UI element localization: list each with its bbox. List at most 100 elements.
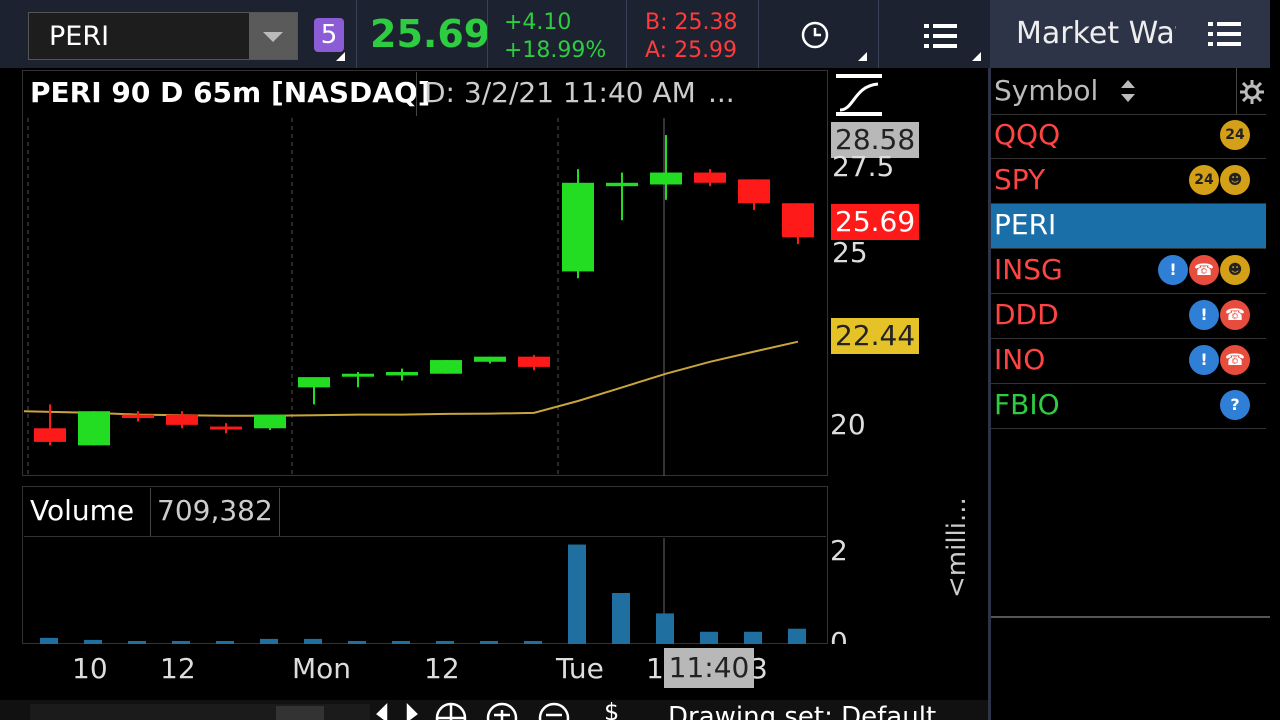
list-menu-icon[interactable]: [924, 22, 958, 50]
candle-body: [34, 428, 66, 442]
time-label: Tue: [556, 652, 604, 685]
24-hour-icon[interactable]: 24: [1220, 120, 1250, 150]
price-tick: 27.5: [832, 150, 895, 183]
candle-body: [474, 356, 506, 362]
candle-body: [650, 172, 682, 185]
volume-unit: <milli...: [942, 497, 972, 598]
candle-body: [298, 377, 330, 388]
divider: [758, 0, 759, 68]
chevron-down-icon[interactable]: [249, 13, 297, 59]
time-label: 12: [160, 652, 196, 685]
bid-price: B: 25.38: [645, 10, 738, 35]
candle-body: [430, 360, 462, 374]
lightbulb-icon[interactable]: !: [1189, 300, 1219, 330]
watchlist-row[interactable]: SPY 24 ☻: [990, 159, 1266, 204]
column-header[interactable]: Symbol: [990, 68, 1266, 115]
price-tick: 20: [830, 408, 866, 441]
volume-bar: [172, 641, 190, 644]
divider: [626, 0, 627, 68]
market-watch-header: Market Watch: [990, 0, 1270, 68]
volume-bar: [700, 631, 718, 644]
last-price-label: 25.69: [831, 204, 920, 240]
volume-bars: [40, 538, 806, 644]
volume-bar: [128, 641, 146, 644]
divider: [150, 488, 151, 536]
volume-bar: [348, 641, 366, 644]
volume-bar: [656, 613, 674, 644]
corner-triangle-icon: [972, 52, 981, 61]
gear-icon[interactable]: [1240, 80, 1264, 104]
candle-body: [738, 179, 770, 204]
link-group-badge[interactable]: 5: [314, 18, 344, 52]
sort-icon[interactable]: [1120, 80, 1136, 102]
volume-bar: [480, 641, 498, 644]
volume-bar: [788, 628, 806, 644]
candle-body: [518, 356, 550, 367]
lightbulb-icon[interactable]: !: [1158, 255, 1188, 285]
divider: [279, 488, 280, 536]
watchlist-row[interactable]: INO! ☎: [990, 339, 1266, 384]
time-label: 12: [424, 652, 460, 685]
more-menu[interactable]: ...: [708, 76, 735, 109]
candle-body: [606, 182, 638, 187]
lightbulb-icon[interactable]: !: [1189, 345, 1219, 375]
date-readout: D: 3/2/21 11:40 AM: [424, 76, 696, 109]
market-watch-title: Market Watch: [1016, 16, 1176, 51]
volume-bar: [40, 637, 58, 644]
divider: [990, 616, 1270, 618]
volume-bar: [524, 641, 542, 644]
candle-body: [166, 414, 198, 425]
chart-style-icon[interactable]: [836, 74, 882, 116]
svg-text:$: $: [604, 702, 619, 720]
watchlist-row[interactable]: FBIO?: [990, 384, 1266, 429]
volume-bar: [612, 593, 630, 644]
divider: [878, 0, 879, 68]
price-tick: 25: [832, 236, 868, 269]
divider: [356, 0, 357, 68]
watchlist-symbol: INO: [994, 343, 1046, 376]
corner-triangle-icon: [336, 52, 345, 61]
watchlist-symbol: DDD: [994, 298, 1059, 331]
symbol-selector[interactable]: PERI: [28, 12, 298, 60]
crosshair-time-label: 11:40: [664, 648, 754, 688]
panel-divider: [988, 68, 991, 720]
market-watch-list: Symbol QQQ 24 SPY 24 ☻ PERI INSG! ☎ ☻ DDD! ☎ INO! ☎ F…: [990, 68, 1270, 720]
candle-body: [694, 172, 726, 183]
symbol-text: PERI: [49, 21, 110, 52]
corner-triangle-icon: [858, 52, 867, 61]
divider: [416, 72, 417, 116]
drawing-set-selector[interactable]: Drawing set: Default: [668, 700, 936, 720]
person-icon[interactable]: ☻: [1220, 255, 1250, 285]
person-icon[interactable]: ☻: [1220, 165, 1250, 195]
list-menu-icon[interactable]: [1208, 20, 1242, 48]
moving-average-label: 22.44: [831, 318, 920, 354]
candle-body: [254, 414, 286, 429]
chart-title: PERI 90 D 65m [NASDAQ]: [30, 76, 431, 109]
candlestick-plot[interactable]: [24, 118, 828, 476]
chart-tools[interactable]: $: [376, 702, 626, 720]
watchlist-row[interactable]: QQQ 24: [990, 114, 1266, 159]
question-icon[interactable]: ?: [1220, 390, 1250, 420]
candle-body: [562, 182, 594, 272]
candle-body: [210, 426, 242, 430]
clock-icon[interactable]: [800, 20, 830, 50]
time-label: Mon: [292, 652, 352, 685]
volume-bar: [84, 639, 102, 644]
24-hour-icon[interactable]: 24: [1189, 165, 1219, 195]
candle-body: [782, 203, 814, 238]
watchlist-row[interactable]: PERI: [990, 204, 1266, 249]
divider: [24, 536, 826, 537]
watchlist-row[interactable]: DDD! ☎: [990, 294, 1266, 339]
symbol-column-header[interactable]: Symbol: [994, 74, 1098, 107]
candle-body: [342, 373, 374, 377]
phone-icon[interactable]: ☎: [1189, 255, 1219, 285]
watchlist-symbol: QQQ: [994, 118, 1061, 151]
phone-icon[interactable]: ☎: [1220, 345, 1250, 375]
volume-bar: [260, 638, 278, 644]
phone-icon[interactable]: ☎: [1220, 300, 1250, 330]
volume-bar: [744, 631, 762, 644]
divider: [487, 0, 488, 68]
horizontal-scrollbar[interactable]: [30, 704, 370, 720]
scrollbar-thumb[interactable]: [276, 706, 324, 720]
watchlist-row[interactable]: INSG! ☎ ☻: [990, 249, 1266, 294]
